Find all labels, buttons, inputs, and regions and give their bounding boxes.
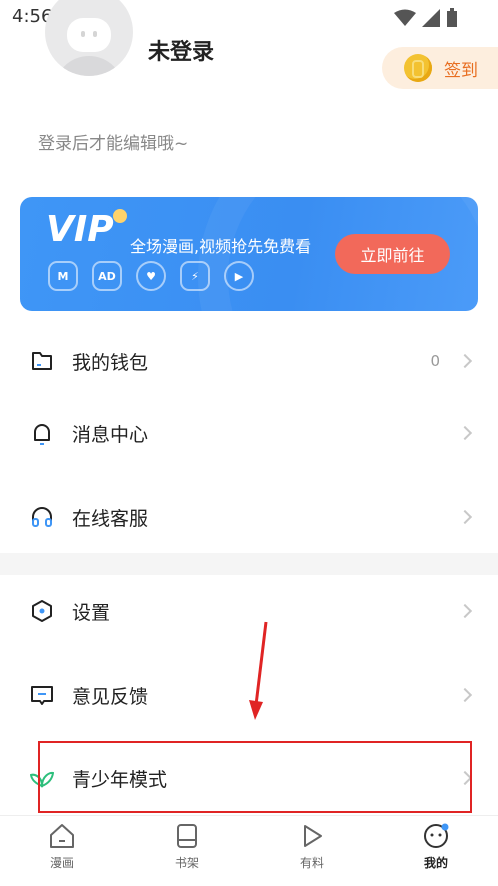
status-icons: [394, 8, 458, 28]
chevron-right-icon: [457, 353, 473, 369]
mine-face-icon: [424, 823, 449, 848]
avatar-face-icon: [67, 18, 111, 52]
bottom-tab-bar: 漫画 书架 有料 我的: [0, 815, 498, 886]
checkin-button[interactable]: 签到: [382, 47, 498, 89]
heart-perk-icon: ♥: [136, 261, 166, 291]
book-icon: [177, 824, 197, 848]
vip-go-button[interactable]: 立即前往: [335, 234, 450, 274]
menu-item-support[interactable]: 在线客服: [0, 487, 498, 547]
vip-logo: VIP: [46, 209, 114, 250]
play-icon: [304, 825, 322, 847]
menu-label-feedback: 意见反馈: [72, 685, 149, 708]
tab-youliao[interactable]: 有料: [282, 822, 342, 871]
menu-label-messages: 消息中心: [72, 423, 149, 446]
wallet-balance: 0: [430, 352, 440, 370]
chevron-right-icon: [457, 687, 473, 703]
vip-banner[interactable]: VIP 全场漫画,视频抢先免费看 立即前往 M AD ♥ ⚡ ▶: [20, 197, 478, 311]
menu-label-settings: 设置: [72, 601, 111, 624]
wallet-icon: [32, 352, 52, 370]
menu-label-support: 在线客服: [72, 507, 149, 530]
section-divider: [0, 553, 498, 575]
annotation-arrow-icon: [249, 621, 268, 720]
no-ads-perk-icon: AD: [92, 261, 122, 291]
settings-hexagon-icon: [32, 600, 52, 622]
chevron-right-icon: [457, 509, 473, 525]
login-hint[interactable]: 登录后才能编辑哦~: [38, 129, 188, 154]
signal-icon: [422, 9, 440, 27]
coin-icon: [404, 54, 432, 82]
tab-comics[interactable]: 漫画: [32, 822, 92, 871]
tab-mine[interactable]: 我的: [406, 822, 466, 871]
avatar[interactable]: [45, 0, 133, 76]
vip-promo-text: 全场漫画,视频抢先免费看: [130, 237, 312, 256]
checkin-label: 签到: [444, 60, 478, 81]
wifi-icon: [394, 9, 416, 26]
menu-item-wallet[interactable]: 我的钱包 0: [0, 331, 498, 391]
home-icon: [50, 824, 74, 848]
bell-icon: [34, 424, 50, 445]
chevron-right-icon: [457, 425, 473, 441]
comic-perk-icon: M: [48, 261, 78, 291]
bolt-perk-icon: ⚡: [180, 261, 210, 291]
feedback-icon: [31, 686, 53, 705]
vip-badge-icon: [113, 209, 127, 223]
username[interactable]: 未登录: [148, 34, 214, 66]
menu-label-wallet: 我的钱包: [72, 351, 149, 374]
tab-bookshelf[interactable]: 书架: [157, 822, 217, 871]
headset-icon: [32, 507, 52, 527]
battery-icon: [447, 8, 457, 27]
highlight-box: [38, 741, 472, 813]
chevron-right-icon: [457, 603, 473, 619]
menu-item-messages[interactable]: 消息中心: [0, 403, 498, 463]
vip-perks: M AD ♥ ⚡ ▶: [48, 261, 254, 291]
play-perk-icon: ▶: [224, 261, 254, 291]
